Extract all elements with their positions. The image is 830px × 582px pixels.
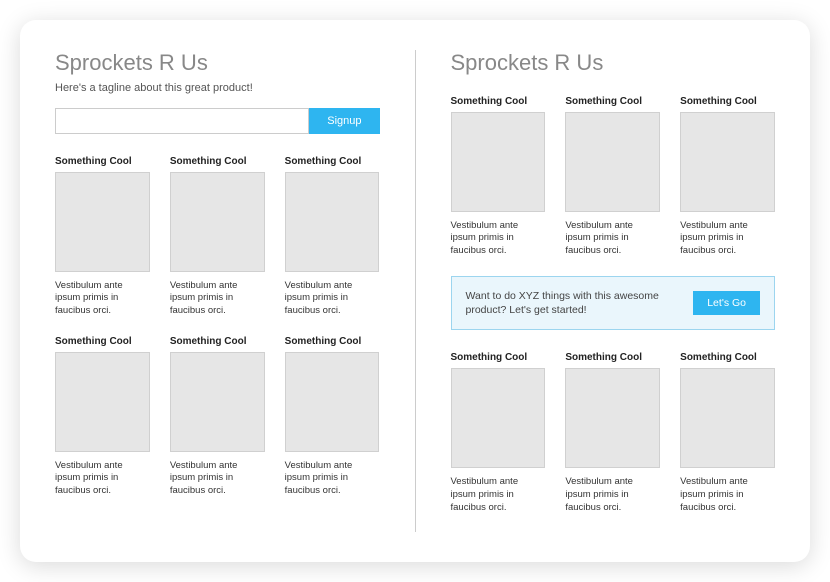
card-image-placeholder — [285, 352, 380, 452]
card-row: Something Cool Vestibulum ante ipsum pri… — [55, 336, 380, 498]
feature-card: Something Cool Vestibulum ante ipsum pri… — [55, 156, 150, 318]
card-desc: Vestibulum ante ipsum primis in faucibus… — [170, 460, 265, 498]
card-image-placeholder — [55, 172, 150, 272]
feature-card: Something Cool Vestibulum ante ipsum pri… — [285, 156, 380, 318]
card-desc: Vestibulum ante ipsum primis in faucibus… — [565, 220, 660, 258]
card-title: Something Cool — [680, 96, 775, 107]
card-title: Something Cool — [55, 156, 150, 167]
card-desc: Vestibulum ante ipsum primis in faucibus… — [170, 280, 265, 318]
pane-left: Sprockets R Us Here's a tagline about th… — [20, 50, 416, 532]
card-title: Something Cool — [565, 352, 660, 363]
card-image-placeholder — [285, 172, 380, 272]
feature-card: Something Cool Vestibulum ante ipsum pri… — [285, 336, 380, 498]
card-title: Something Cool — [170, 336, 265, 347]
cta-callout: Want to do XYZ things with this awesome … — [451, 276, 776, 330]
signup-input[interactable] — [55, 108, 309, 134]
cta-button[interactable]: Let's Go — [693, 291, 760, 315]
feature-card: Something Cool Vestibulum ante ipsum pri… — [170, 156, 265, 318]
card-title: Something Cool — [565, 96, 660, 107]
card-desc: Vestibulum ante ipsum primis in faucibus… — [55, 280, 150, 318]
feature-card: Something Cool Vestibulum ante ipsum pri… — [451, 96, 546, 258]
card-image-placeholder — [680, 368, 775, 468]
feature-card: Something Cool Vestibulum ante ipsum pri… — [565, 352, 660, 514]
card-title: Something Cool — [451, 96, 546, 107]
pane-right: Sprockets R Us Something Cool Vestibulum… — [416, 50, 811, 532]
card-title: Something Cool — [285, 336, 380, 347]
card-row: Something Cool Vestibulum ante ipsum pri… — [451, 96, 776, 258]
page-title: Sprockets R Us — [451, 50, 776, 76]
card-title: Something Cool — [170, 156, 265, 167]
card-image-placeholder — [170, 172, 265, 272]
card-image-placeholder — [451, 112, 546, 212]
card-desc: Vestibulum ante ipsum primis in faucibus… — [680, 476, 775, 514]
card-desc: Vestibulum ante ipsum primis in faucibus… — [565, 476, 660, 514]
card-desc: Vestibulum ante ipsum primis in faucibus… — [55, 460, 150, 498]
card-desc: Vestibulum ante ipsum primis in faucibus… — [285, 280, 380, 318]
card-image-placeholder — [55, 352, 150, 452]
card-desc: Vestibulum ante ipsum primis in faucibus… — [451, 476, 546, 514]
card-image-placeholder — [680, 112, 775, 212]
card-desc: Vestibulum ante ipsum primis in faucibus… — [285, 460, 380, 498]
signup-form: Signup — [55, 108, 380, 134]
card-title: Something Cool — [55, 336, 150, 347]
mockup-frame: Sprockets R Us Here's a tagline about th… — [20, 20, 810, 562]
card-image-placeholder — [170, 352, 265, 452]
card-title: Something Cool — [451, 352, 546, 363]
feature-card: Something Cool Vestibulum ante ipsum pri… — [170, 336, 265, 498]
feature-card: Something Cool Vestibulum ante ipsum pri… — [680, 352, 775, 514]
feature-card: Something Cool Vestibulum ante ipsum pri… — [680, 96, 775, 258]
tagline: Here's a tagline about this great produc… — [55, 82, 380, 94]
card-row: Something Cool Vestibulum ante ipsum pri… — [55, 156, 380, 318]
feature-card: Something Cool Vestibulum ante ipsum pri… — [565, 96, 660, 258]
card-desc: Vestibulum ante ipsum primis in faucibus… — [451, 220, 546, 258]
card-desc: Vestibulum ante ipsum primis in faucibus… — [680, 220, 775, 258]
feature-card: Something Cool Vestibulum ante ipsum pri… — [55, 336, 150, 498]
page-title: Sprockets R Us — [55, 50, 380, 76]
card-title: Something Cool — [285, 156, 380, 167]
card-image-placeholder — [565, 368, 660, 468]
feature-card: Something Cool Vestibulum ante ipsum pri… — [451, 352, 546, 514]
card-image-placeholder — [565, 112, 660, 212]
card-row: Something Cool Vestibulum ante ipsum pri… — [451, 352, 776, 514]
cta-text: Want to do XYZ things with this awesome … — [466, 289, 678, 317]
signup-button[interactable]: Signup — [309, 108, 379, 134]
card-title: Something Cool — [680, 352, 775, 363]
card-image-placeholder — [451, 368, 546, 468]
